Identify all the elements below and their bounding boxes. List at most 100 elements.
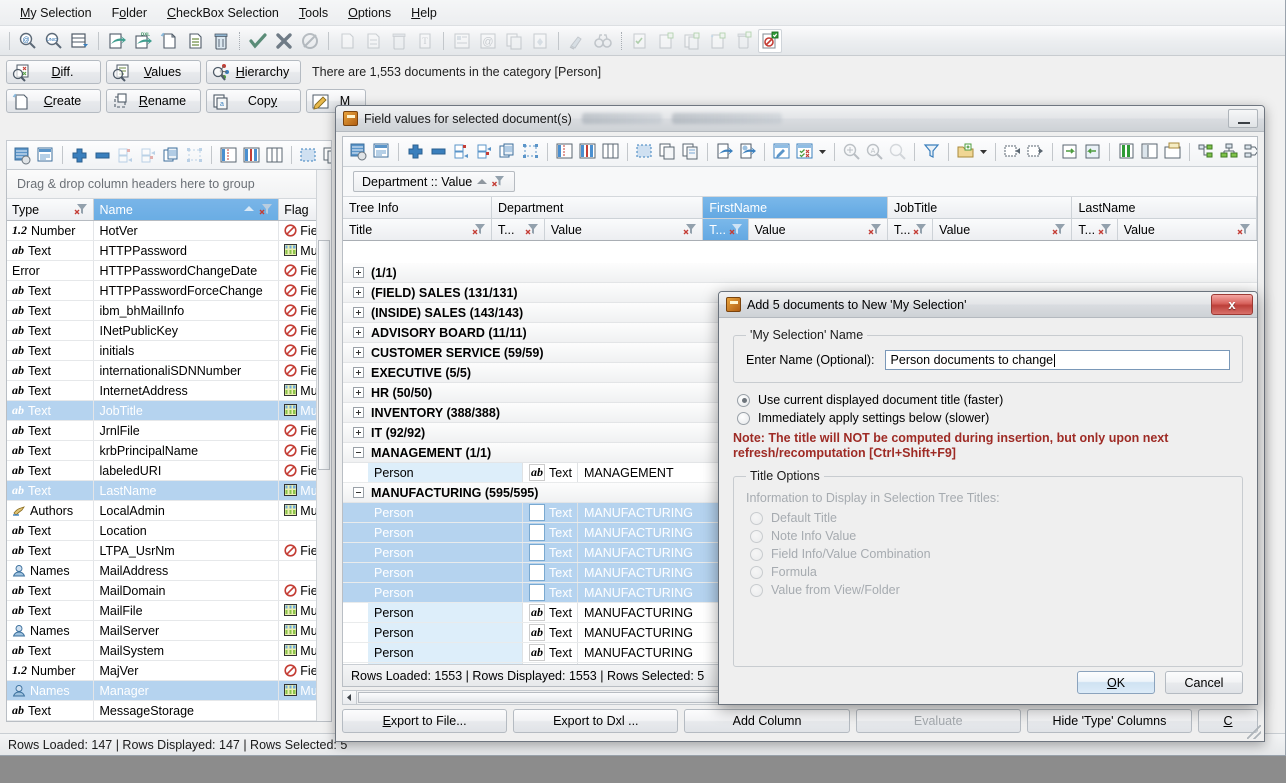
table-row[interactable]: NamesManagerMulti- bbox=[7, 681, 331, 701]
menu-folder[interactable]: Folder bbox=[102, 2, 157, 24]
check-grid-icon[interactable] bbox=[794, 140, 815, 164]
tree-subcolumn-header[interactable]: T... bbox=[888, 219, 934, 240]
column-header-type[interactable]: Type bbox=[7, 199, 95, 220]
copy-button[interactable]: a Copy bbox=[206, 88, 301, 113]
table-row[interactable]: abTextLTPA_UsrNmField n bbox=[7, 541, 331, 561]
dropdown-arrow-icon[interactable] bbox=[817, 140, 828, 164]
left-grid-vertical-scrollbar[interactable] bbox=[316, 170, 331, 721]
delete-document-icon[interactable] bbox=[209, 29, 233, 53]
hide-type-columns-button[interactable]: Hide 'Type' Columns bbox=[1026, 709, 1193, 733]
col-split-multi-icon[interactable] bbox=[577, 140, 598, 164]
marquee-select-icon[interactable] bbox=[634, 140, 655, 164]
grid-settings-icon[interactable] bbox=[348, 140, 369, 164]
resize-grip[interactable] bbox=[1247, 725, 1261, 739]
tree-subcolumn-header[interactable]: T... bbox=[1072, 219, 1118, 240]
add-row-icon[interactable] bbox=[69, 143, 90, 167]
tree-subcolumn-header[interactable]: Value bbox=[1118, 219, 1257, 240]
collapse-icon[interactable] bbox=[353, 447, 364, 458]
refresh-ban-icon[interactable] bbox=[298, 29, 322, 53]
tree-column-header-tree-info[interactable]: Tree Info bbox=[343, 197, 493, 218]
col-split-multi-icon[interactable] bbox=[241, 143, 262, 167]
sort-ascending-icon[interactable] bbox=[477, 179, 488, 184]
expand-icon[interactable] bbox=[353, 407, 364, 418]
grid-layout-icon[interactable] bbox=[35, 143, 56, 167]
group-drop-zone[interactable]: Drag & drop column headers here to group bbox=[7, 170, 331, 199]
stop-check-doc-icon[interactable] bbox=[758, 28, 782, 53]
cancel-button[interactable]: Cancel bbox=[1165, 671, 1243, 694]
column-header-name[interactable]: Name bbox=[94, 199, 280, 220]
copy-icon[interactable] bbox=[657, 140, 678, 164]
table-row[interactable]: NamesMailServerMulti- bbox=[7, 621, 331, 641]
table-row[interactable]: abTextMailFileMulti- bbox=[7, 601, 331, 621]
table-row[interactable]: abTextInternetAddressMulti- bbox=[7, 381, 331, 401]
table-row[interactable]: ab Text Location bbox=[7, 521, 331, 541]
filter-icon[interactable] bbox=[74, 202, 89, 216]
filter-icon[interactable] bbox=[1098, 222, 1113, 236]
tree-column-header-firstname[interactable]: FirstName bbox=[703, 197, 888, 218]
radio-use-current-title[interactable]: Use current displayed document title (fa… bbox=[737, 393, 1243, 407]
dialog-titlebar[interactable]: Add 5 documents to New 'My Selection' x bbox=[719, 292, 1257, 318]
tree-subcolumn-header[interactable]: T... bbox=[703, 219, 749, 240]
filter-icon[interactable] bbox=[259, 202, 274, 216]
table-row[interactable]: ErrorHTTPPasswordChangeDateField n bbox=[7, 261, 331, 281]
filter-icon[interactable] bbox=[525, 222, 540, 236]
field-values-titlebar[interactable]: Field values for selected document(s) bbox=[336, 106, 1264, 132]
search-unid-icon[interactable]: UNID bbox=[42, 29, 66, 53]
table-row[interactable]: abTextlabeledURIField n bbox=[7, 461, 331, 481]
table-row[interactable]: abTextJobTitleMulti- bbox=[7, 401, 331, 421]
tree-flow-icon[interactable] bbox=[1242, 140, 1257, 164]
close-icon[interactable]: x bbox=[1211, 294, 1253, 315]
values-button[interactable]: Values bbox=[106, 59, 201, 84]
export-to-file-button[interactable]: Export to File... bbox=[342, 709, 508, 733]
table-row[interactable]: abTextkrbPrincipalNameField n bbox=[7, 441, 331, 461]
table-row[interactable]: abTextinitialsField n bbox=[7, 341, 331, 361]
filter-icon[interactable] bbox=[921, 140, 942, 164]
cross-mark-icon[interactable] bbox=[272, 29, 296, 53]
tree-group-icon[interactable] bbox=[1219, 140, 1240, 164]
selection-name-input[interactable]: Person documents to change bbox=[884, 350, 1230, 370]
marquee-select-icon[interactable] bbox=[298, 143, 319, 167]
group-chip-department-value[interactable]: Department :: Value bbox=[353, 171, 516, 192]
export-in-icon[interactable] bbox=[1059, 140, 1080, 164]
filter-icon[interactable] bbox=[729, 222, 744, 236]
expand-icon[interactable] bbox=[353, 307, 364, 318]
filter-icon[interactable] bbox=[913, 222, 928, 236]
expand-icon[interactable] bbox=[353, 267, 364, 278]
edit-grid-icon[interactable] bbox=[771, 140, 792, 164]
grid-settings-icon[interactable] bbox=[12, 143, 33, 167]
filter-icon[interactable] bbox=[1237, 222, 1252, 236]
collapse-all-icon[interactable] bbox=[1025, 140, 1046, 164]
rename-button[interactable]: Rename bbox=[106, 88, 201, 113]
radio-button[interactable] bbox=[737, 411, 750, 425]
expand-icon[interactable] bbox=[353, 427, 364, 438]
hierarchy-button[interactable]: Hierarchy bbox=[206, 59, 301, 84]
radio-apply-settings[interactable]: Immediately apply settings below (slower… bbox=[737, 411, 1243, 425]
indent-left-icon[interactable] bbox=[115, 143, 136, 167]
col-split-red-icon[interactable] bbox=[218, 143, 239, 167]
table-row[interactable]: abTextMailSystemMulti- bbox=[7, 641, 331, 661]
filter-icon[interactable] bbox=[683, 222, 698, 236]
indent-right-icon[interactable] bbox=[474, 140, 495, 164]
remove-row-icon[interactable] bbox=[428, 140, 449, 164]
indent-left-icon[interactable] bbox=[451, 140, 472, 164]
table-row[interactable]: abTextMailDomainField n bbox=[7, 581, 331, 601]
diff-button[interactable]: Diff. bbox=[6, 59, 101, 84]
tree-subcolumn-header[interactable]: Value bbox=[933, 219, 1073, 240]
select-nodes-icon[interactable] bbox=[184, 143, 205, 167]
remove-row-icon[interactable] bbox=[92, 143, 113, 167]
table-row[interactable]: abTextINetPublicKeyField n bbox=[7, 321, 331, 341]
expand-icon[interactable] bbox=[353, 387, 364, 398]
table-row[interactable]: abTextibm_bhMailInfoField n bbox=[7, 301, 331, 321]
zoom-fit-icon[interactable] bbox=[841, 140, 862, 164]
col-tooltip-icon[interactable] bbox=[1162, 140, 1183, 164]
table-row[interactable]: AuthorsLocalAdminMulti- bbox=[7, 501, 331, 521]
expand-icon[interactable] bbox=[353, 287, 364, 298]
zoom-auto-icon[interactable]: A bbox=[864, 140, 885, 164]
menu-tools[interactable]: Tools bbox=[289, 2, 338, 24]
table-row[interactable]: Names MailAddress bbox=[7, 561, 331, 581]
minimize-icon[interactable] bbox=[1228, 109, 1258, 128]
menu-options[interactable]: Options bbox=[338, 2, 401, 24]
add-folder-icon[interactable] bbox=[955, 140, 976, 164]
tree-subcolumn-header[interactable]: Value bbox=[749, 219, 888, 240]
copy-multi-icon[interactable] bbox=[680, 140, 701, 164]
